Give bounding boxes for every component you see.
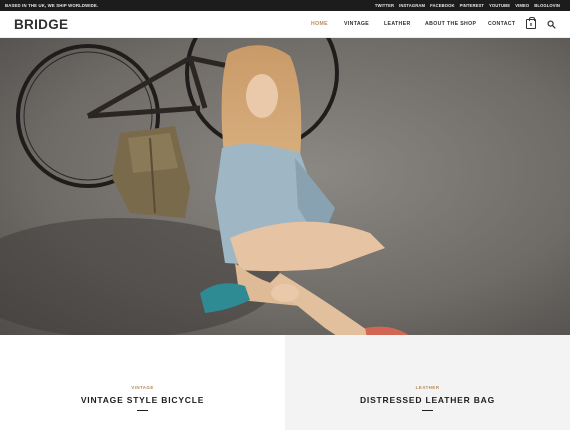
tagline: BASED IN THE UK, WE SHIP WORLDWIDE. [5,3,99,8]
product-panel-vintage[interactable]: VINTAGE VINTAGE STYLE BICYCLE [0,335,285,430]
product-panel-leather[interactable]: LEATHER DISTRESSED LEATHER BAG [285,335,570,430]
nav-home[interactable]: HOME [311,21,328,27]
cart-icon[interactable]: 0 [526,17,536,29]
product-category: VINTAGE [131,385,154,390]
nav-about-the-shop[interactable]: ABOUT THE SHOP [425,21,476,27]
social-link-youtube[interactable]: YOUTUBE [489,3,510,8]
hero-slider[interactable] [0,38,570,335]
search-icon[interactable] [547,20,556,29]
site-header: BRIDGE HOME VINTAGE LEATHER ABOUT THE SH… [0,11,570,38]
social-links: TWITTER INSTAGRAM FACEBOOK PINTEREST YOU… [375,3,560,8]
social-link-instagram[interactable]: INSTAGRAM [399,3,425,8]
nav-leather[interactable]: LEATHER [384,21,411,27]
top-bar: BASED IN THE UK, WE SHIP WORLDWIDE. TWIT… [0,0,570,11]
hero-image [0,38,570,335]
title-underline [422,410,433,411]
title-underline [137,410,148,411]
social-link-vimeo[interactable]: VIMEO [515,3,529,8]
social-link-twitter[interactable]: TWITTER [375,3,394,8]
site-logo[interactable]: BRIDGE [14,17,68,32]
cart-count: 0 [529,21,533,27]
product-title[interactable]: VINTAGE STYLE BICYCLE [0,395,285,405]
nav-contact[interactable]: CONTACT [488,21,515,27]
social-link-bloglovin[interactable]: BLOGLOVIN [534,3,560,8]
social-link-facebook[interactable]: FACEBOOK [430,3,455,8]
product-title[interactable]: DISTRESSED LEATHER BAG [285,395,570,405]
product-category: LEATHER [415,385,440,390]
social-link-pinterest[interactable]: PINTEREST [460,3,484,8]
nav-vintage[interactable]: VINTAGE [344,21,369,27]
